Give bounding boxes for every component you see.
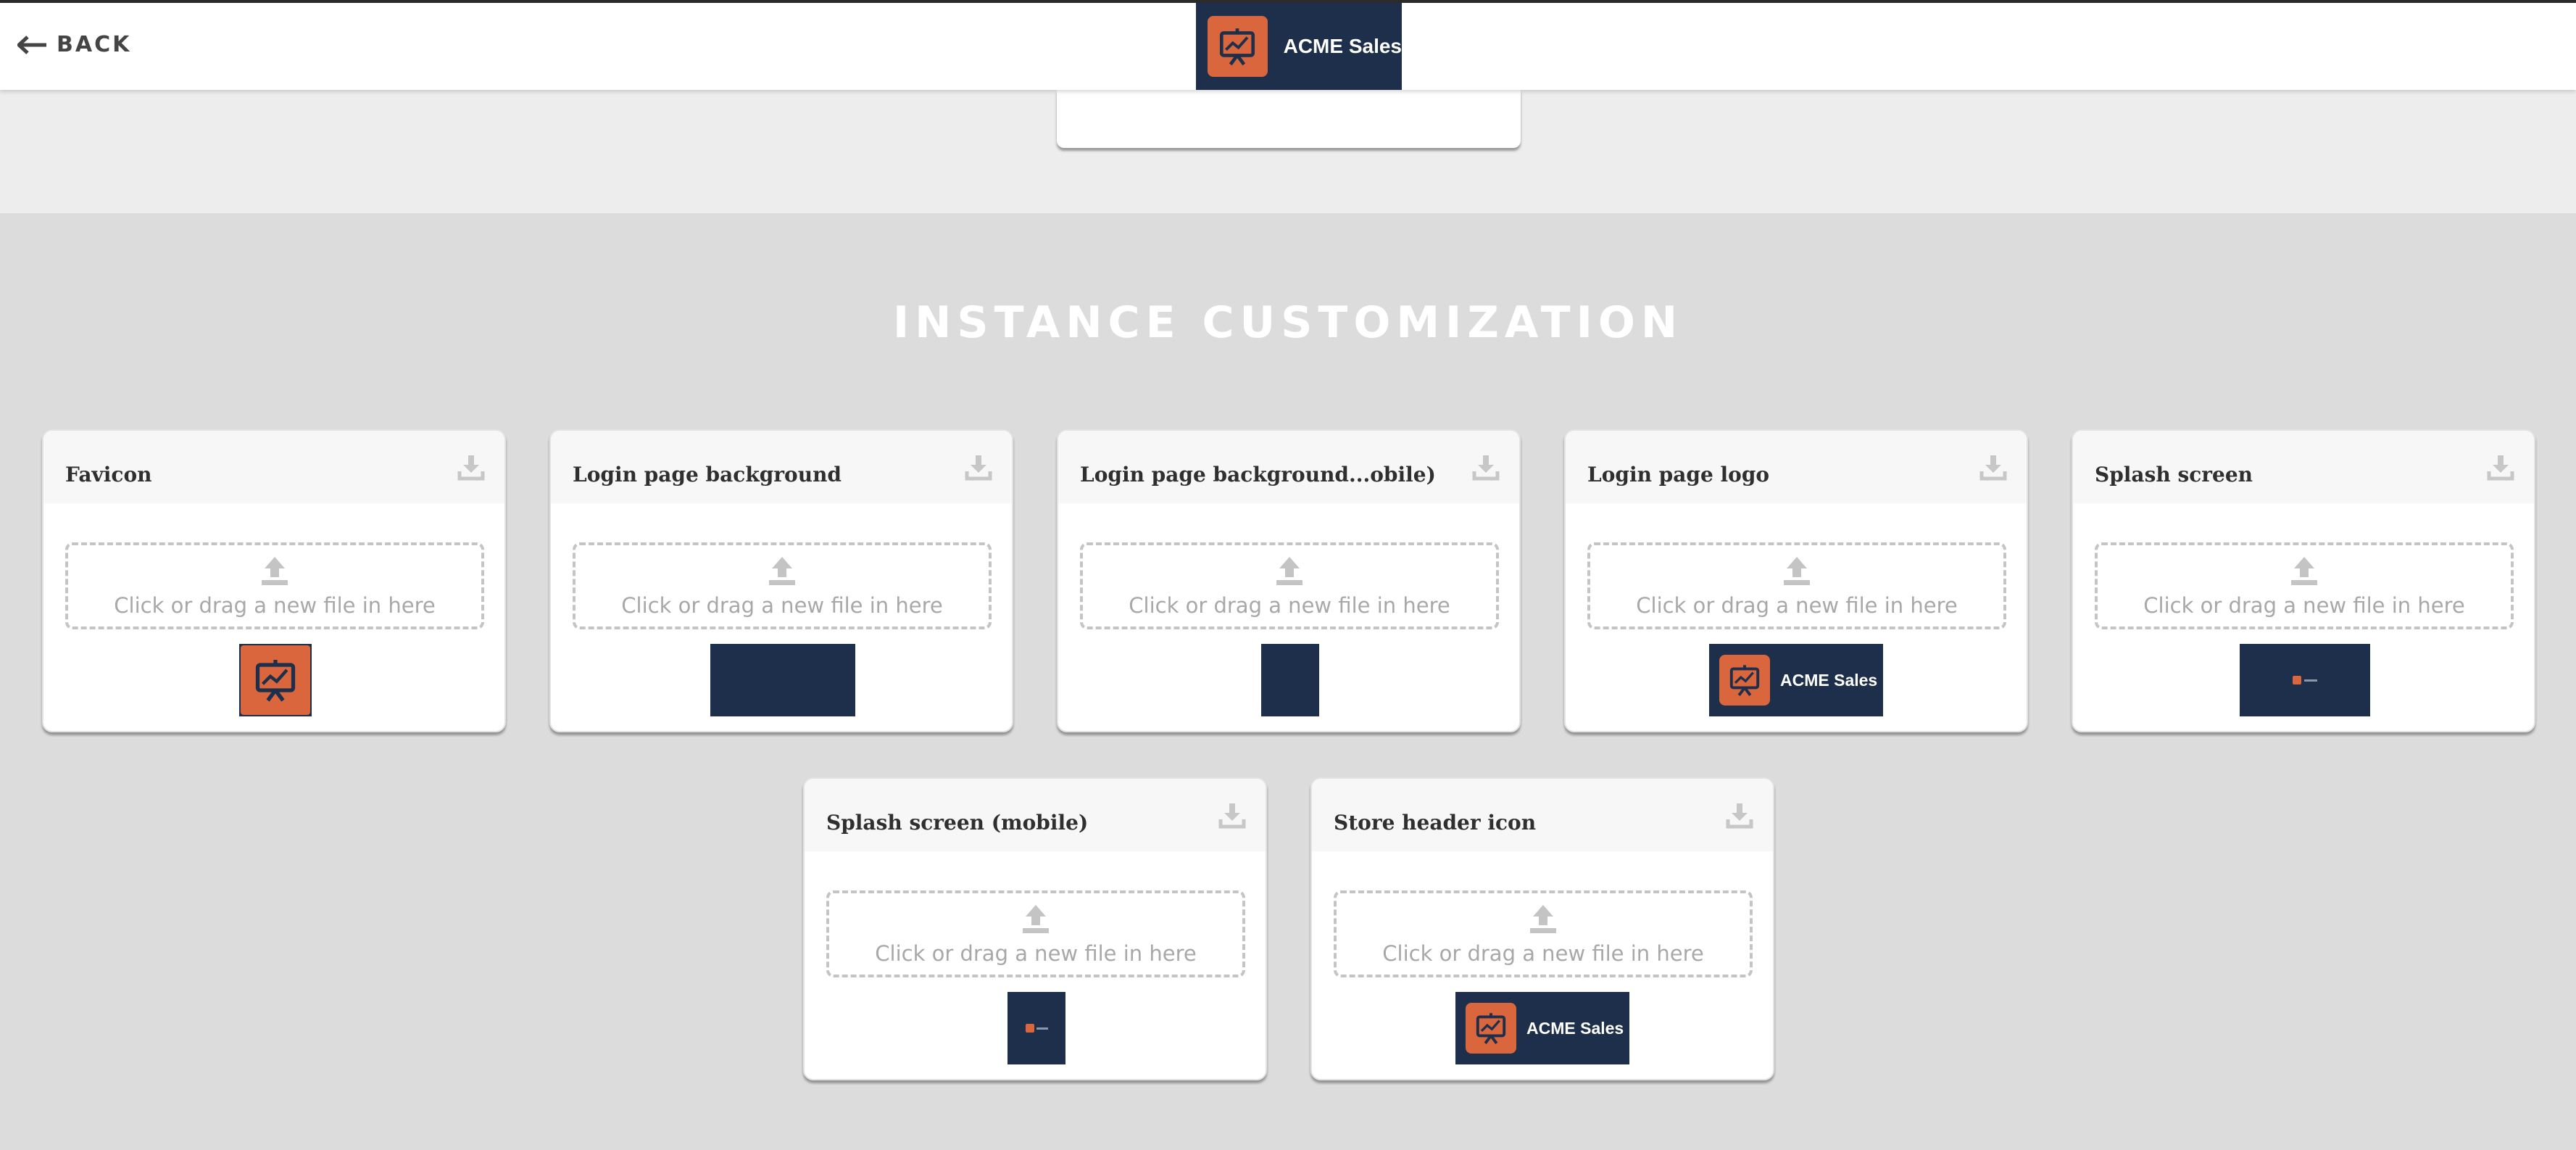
dropzone-text: Click or drag a new file in here: [875, 941, 1197, 966]
download-icon[interactable]: [1218, 801, 1247, 830]
upload-icon: [1530, 905, 1556, 933]
customization-card-store-header-icon: Store header icon Click or drag a new fi…: [1310, 777, 1774, 1080]
download-icon[interactable]: [1471, 452, 1500, 481]
customization-card-login-logo: Login page logo Click or drag a new file…: [1564, 429, 2028, 732]
dropzone-text: Click or drag a new file in here: [621, 593, 943, 618]
logo-preview-text: ACME Sales: [1780, 670, 1878, 690]
upload-icon: [1784, 557, 1810, 585]
file-dropzone[interactable]: Click or drag a new file in here: [1334, 890, 1753, 977]
brand-name: ACME Sales: [1283, 35, 1402, 57]
download-icon[interactable]: [457, 452, 486, 481]
presentation-chart-icon: [1208, 16, 1268, 77]
store-header-preview-text: ACME Sales: [1526, 1018, 1624, 1038]
file-dropzone[interactable]: Click or drag a new file in here: [573, 542, 992, 629]
card-title: Store header icon: [1334, 811, 1537, 835]
background-preview: [710, 644, 855, 716]
file-dropzone[interactable]: Click or drag a new file in here: [65, 542, 484, 629]
back-label: BACK: [57, 32, 132, 57]
splash-logo-text-mark: [2304, 679, 2317, 682]
back-button[interactable]: BACK: [17, 32, 131, 57]
upload-icon: [1023, 905, 1049, 933]
card-title: Login page logo: [1587, 463, 1770, 487]
previous-section: [0, 90, 2576, 213]
card-title: Splash screen (mobile): [826, 811, 1089, 835]
download-icon[interactable]: [1725, 801, 1754, 830]
dropzone-text: Click or drag a new file in here: [1382, 941, 1704, 966]
customization-card-login-background-mobile: Login page background...obile) Click or …: [1057, 429, 1521, 732]
store-header-preview: ACME Sales: [1455, 992, 1629, 1064]
favicon-preview: [239, 644, 312, 716]
file-dropzone[interactable]: Click or drag a new file in here: [1587, 542, 2006, 629]
file-dropzone[interactable]: Click or drag a new file in here: [1080, 542, 1499, 629]
dropzone-text: Click or drag a new file in here: [114, 593, 436, 618]
customization-card-favicon: Favicon Click or drag a new file in here: [42, 429, 506, 732]
file-dropzone[interactable]: Click or drag a new file in here: [2095, 542, 2514, 629]
card-title: Splash screen: [2095, 463, 2253, 487]
upload-icon: [262, 557, 288, 585]
splash-mobile-preview: [1007, 992, 1065, 1064]
splash-logo-mark: [2293, 676, 2301, 684]
dropzone-text: Click or drag a new file in here: [2143, 593, 2465, 618]
dropzone-text: Click or drag a new file in here: [1129, 593, 1450, 618]
presentation-chart-icon: [241, 645, 310, 715]
logo-preview: ACME Sales: [1709, 644, 1883, 716]
presentation-chart-icon: [1719, 655, 1770, 706]
upload-icon: [769, 557, 795, 585]
brand-header-logo: ACME Sales: [1196, 3, 1402, 90]
upload-icon: [1276, 557, 1302, 585]
arrow-left-icon: [17, 35, 46, 54]
download-icon[interactable]: [2486, 452, 2515, 481]
previous-card: [1057, 90, 1521, 148]
customization-card-splash-screen-mobile: Splash screen (mobile) Click or drag a n…: [803, 777, 1267, 1080]
card-title: Login page background: [573, 463, 842, 487]
background-mobile-preview: [1261, 644, 1319, 716]
card-title: Login page background...obile): [1080, 463, 1436, 487]
top-bar: BACK ACME Sales: [0, 0, 2576, 90]
file-dropzone[interactable]: Click or drag a new file in here: [826, 890, 1245, 977]
splash-logo-text-mark: [1036, 1027, 1048, 1030]
customization-card-login-background: Login page background Click or drag a ne…: [549, 429, 1013, 732]
section-title: INSTANCE CUSTOMIZATION: [892, 297, 1684, 348]
dropzone-text: Click or drag a new file in here: [1636, 593, 1958, 618]
presentation-chart-icon: [1466, 1003, 1516, 1054]
download-icon[interactable]: [1979, 452, 2008, 481]
download-icon[interactable]: [964, 452, 993, 481]
upload-icon: [2291, 557, 2317, 585]
card-title: Favicon: [65, 463, 152, 487]
splash-logo-mark: [1025, 1024, 1034, 1033]
customization-card-splash-screen: Splash screen Click or drag a new file i…: [2072, 429, 2535, 732]
splash-preview: [2240, 644, 2370, 716]
